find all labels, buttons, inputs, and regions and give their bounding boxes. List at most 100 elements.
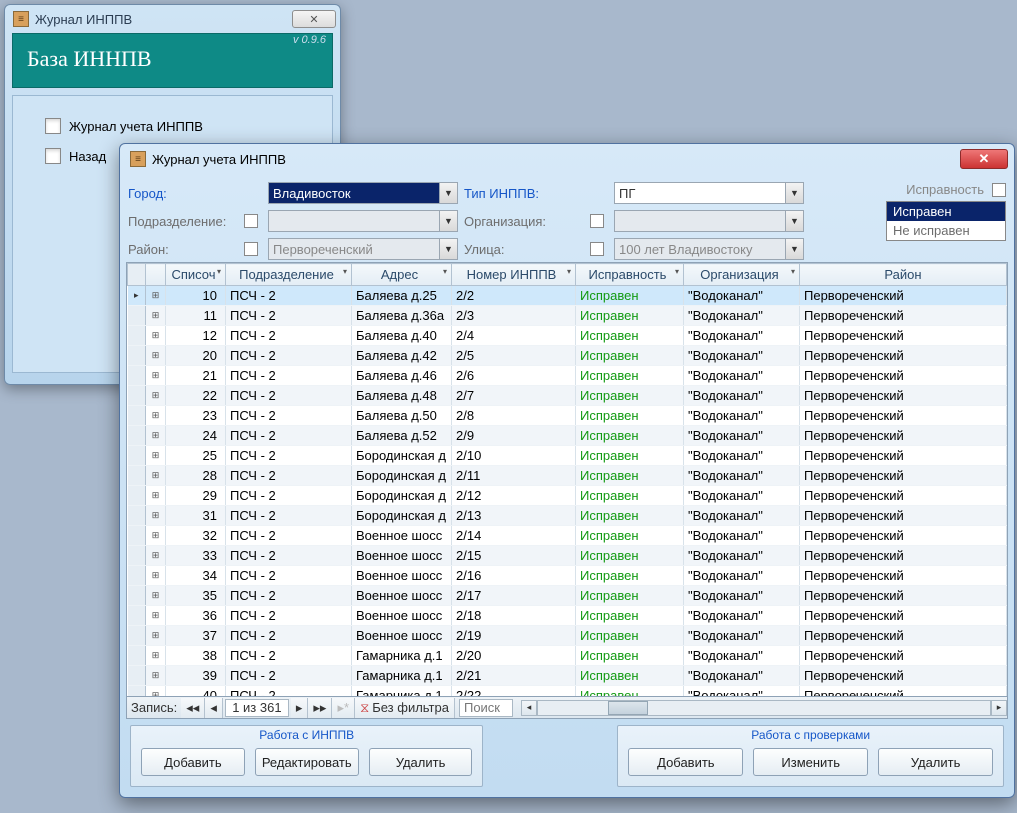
- col-org[interactable]: Организация▾: [684, 264, 800, 286]
- table-row[interactable]: ⊞29ПСЧ - 2Бородинская д2/12Исправен"Водо…: [128, 486, 1007, 506]
- table-row[interactable]: ⊞36ПСЧ - 2Военное шосс2/18Исправен"Водок…: [128, 606, 1007, 626]
- expand-icon[interactable]: ⊞: [146, 586, 166, 606]
- table-row[interactable]: ⊞39ПСЧ - 2Гамарника д.12/21Исправен"Водо…: [128, 666, 1007, 686]
- expand-icon[interactable]: ⊞: [146, 406, 166, 426]
- street-combo[interactable]: 100 лет Владивостоку ▼: [614, 238, 804, 260]
- nav-nofilter-button[interactable]: ⧖ Без фильтра: [355, 698, 455, 718]
- nav-new-button[interactable]: ▸*: [332, 698, 355, 718]
- checks-edit-button[interactable]: Изменить: [753, 748, 868, 776]
- row-selector[interactable]: [128, 406, 146, 426]
- table-row[interactable]: ⊞21ПСЧ - 2Баляева д.462/6Исправен"Водока…: [128, 366, 1007, 386]
- table-row[interactable]: ⊞23ПСЧ - 2Баляева д.502/8Исправен"Водока…: [128, 406, 1007, 426]
- state-list[interactable]: Исправен Не исправен: [886, 201, 1006, 241]
- nav-position[interactable]: 1 из 361: [225, 699, 289, 717]
- expand-icon[interactable]: ⊞: [146, 686, 166, 698]
- state-bad[interactable]: Не исправен: [887, 221, 1005, 240]
- row-selector[interactable]: [128, 486, 146, 506]
- expand-icon[interactable]: ⊞: [146, 326, 166, 346]
- inppv-delete-button[interactable]: Удалить: [369, 748, 473, 776]
- row-selector[interactable]: [128, 426, 146, 446]
- expand-icon[interactable]: ⊞: [146, 506, 166, 526]
- expand-icon[interactable]: ⊞: [146, 666, 166, 686]
- chevron-down-icon[interactable]: ▼: [439, 183, 457, 203]
- row-selector[interactable]: [128, 506, 146, 526]
- col-district[interactable]: Район: [800, 264, 1007, 286]
- table-row[interactable]: ⊞12ПСЧ - 2Баляева д.402/4Исправен"Водока…: [128, 326, 1007, 346]
- nav-first-button[interactable]: ◂◂: [181, 698, 205, 718]
- row-selector[interactable]: [128, 526, 146, 546]
- table-row[interactable]: ⊞35ПСЧ - 2Военное шосс2/17Исправен"Водок…: [128, 586, 1007, 606]
- scroll-right-icon[interactable]: ▸: [991, 700, 1007, 716]
- nav-last-button[interactable]: ▸▸: [308, 698, 332, 718]
- expand-icon[interactable]: ⊞: [146, 526, 166, 546]
- nav-search-input[interactable]: Поиск: [459, 699, 513, 717]
- row-selector[interactable]: [128, 466, 146, 486]
- checks-add-button[interactable]: Добавить: [628, 748, 743, 776]
- chevron-down-icon[interactable]: ▼: [785, 211, 803, 231]
- col-list[interactable]: Списоч▾: [166, 264, 226, 286]
- expand-icon[interactable]: ⊞: [146, 606, 166, 626]
- scroll-thumb[interactable]: [608, 701, 648, 715]
- col-state[interactable]: Исправность▾: [576, 264, 684, 286]
- table-row[interactable]: ⊞22ПСЧ - 2Баляева д.482/7Исправен"Водока…: [128, 386, 1007, 406]
- row-selector[interactable]: [128, 386, 146, 406]
- menu-journal-checkbox[interactable]: [45, 118, 61, 134]
- expand-icon[interactable]: ⊞: [146, 566, 166, 586]
- row-selector[interactable]: [128, 546, 146, 566]
- city-combo[interactable]: Владивосток ▼: [268, 182, 458, 204]
- table-row[interactable]: ⊞11ПСЧ - 2Баляева д.36а2/3Исправен"Водок…: [128, 306, 1007, 326]
- row-selector[interactable]: [128, 686, 146, 698]
- child-titlebar[interactable]: Журнал учета ИНППВ ✕: [120, 144, 1014, 174]
- row-selector[interactable]: [128, 666, 146, 686]
- expand-icon[interactable]: ⊞: [146, 286, 166, 306]
- street-checkbox[interactable]: [590, 242, 604, 256]
- row-selector[interactable]: [128, 646, 146, 666]
- inppv-edit-button[interactable]: Редактировать: [255, 748, 359, 776]
- row-selector[interactable]: [128, 626, 146, 646]
- parent-titlebar[interactable]: Журнал ИНППВ ✕: [5, 5, 340, 33]
- chevron-down-icon[interactable]: ▼: [785, 183, 803, 203]
- table-row[interactable]: ⊞31ПСЧ - 2Бородинская д2/13Исправен"Водо…: [128, 506, 1007, 526]
- row-selector[interactable]: [128, 366, 146, 386]
- menu-journal-label[interactable]: Журнал учета ИНППВ: [69, 119, 203, 134]
- checks-delete-button[interactable]: Удалить: [878, 748, 993, 776]
- table-row[interactable]: ⊞32ПСЧ - 2Военное шосс2/14Исправен"Водок…: [128, 526, 1007, 546]
- type-combo[interactable]: ПГ ▼: [614, 182, 804, 204]
- district-checkbox[interactable]: [244, 242, 258, 256]
- scroll-left-icon[interactable]: ◂: [521, 700, 537, 716]
- scroll-track[interactable]: [537, 700, 991, 716]
- subdiv-checkbox[interactable]: [244, 214, 258, 228]
- inppv-add-button[interactable]: Добавить: [141, 748, 245, 776]
- table-row[interactable]: ⊞28ПСЧ - 2Бородинская д2/11Исправен"Водо…: [128, 466, 1007, 486]
- org-combo[interactable]: ▼: [614, 210, 804, 232]
- expand-icon[interactable]: ⊞: [146, 626, 166, 646]
- expand-icon[interactable]: ⊞: [146, 346, 166, 366]
- expand-icon[interactable]: ⊞: [146, 366, 166, 386]
- subdiv-combo[interactable]: ▼: [268, 210, 458, 232]
- expand-icon[interactable]: ⊞: [146, 386, 166, 406]
- expand-icon[interactable]: ⊞: [146, 466, 166, 486]
- expand-icon[interactable]: ⊞: [146, 446, 166, 466]
- expand-header[interactable]: [146, 264, 166, 286]
- row-selector[interactable]: [128, 346, 146, 366]
- row-selector[interactable]: [128, 306, 146, 326]
- state-checkbox[interactable]: [992, 183, 1006, 197]
- chevron-down-icon[interactable]: ▼: [785, 239, 803, 259]
- row-selector[interactable]: [128, 446, 146, 466]
- chevron-down-icon[interactable]: ▼: [439, 211, 457, 231]
- menu-back-label[interactable]: Назад: [69, 149, 106, 164]
- district-combo[interactable]: Первореченский ▼: [268, 238, 458, 260]
- table-row[interactable]: ⊞34ПСЧ - 2Военное шосс2/16Исправен"Водок…: [128, 566, 1007, 586]
- org-checkbox[interactable]: [590, 214, 604, 228]
- chevron-down-icon[interactable]: ▼: [439, 239, 457, 259]
- table-row[interactable]: ⊞20ПСЧ - 2Баляева д.422/5Исправен"Водока…: [128, 346, 1007, 366]
- row-selector[interactable]: [128, 586, 146, 606]
- row-selector[interactable]: [128, 566, 146, 586]
- table-row[interactable]: ⊞38ПСЧ - 2Гамарника д.12/20Исправен"Водо…: [128, 646, 1007, 666]
- col-number[interactable]: Номер ИНППВ▾: [452, 264, 576, 286]
- expand-icon[interactable]: ⊞: [146, 486, 166, 506]
- table-row[interactable]: ⊞10ПСЧ - 2Баляева д.252/2Исправен"Водока…: [128, 286, 1007, 306]
- expand-icon[interactable]: ⊞: [146, 546, 166, 566]
- state-ok[interactable]: Исправен: [887, 202, 1005, 221]
- row-selector[interactable]: [128, 606, 146, 626]
